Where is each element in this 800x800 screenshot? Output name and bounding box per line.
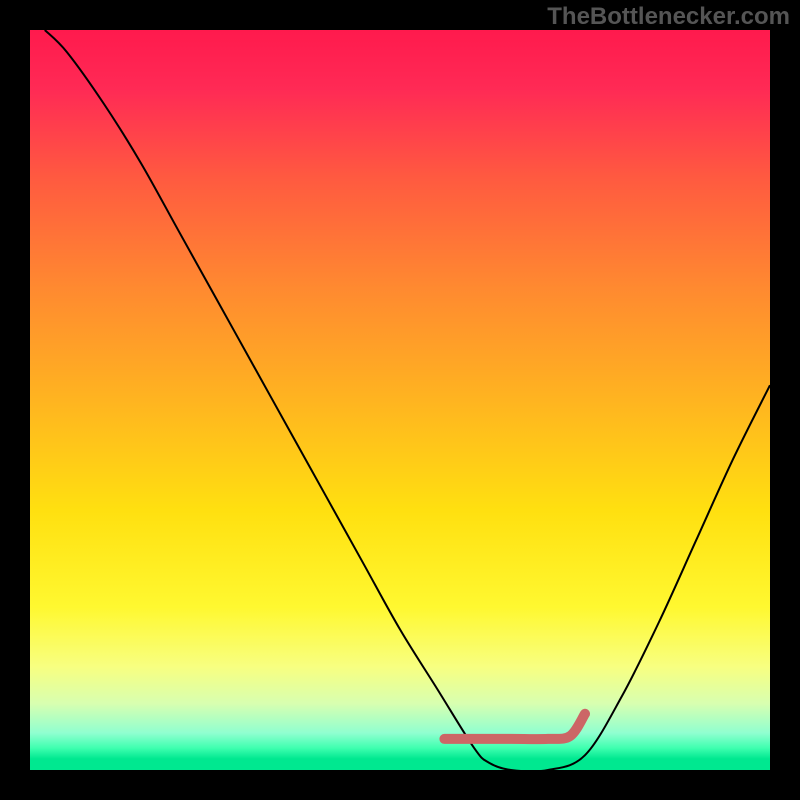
- chart-container: TheBottlenecker.com: [0, 0, 800, 800]
- watermark-text: TheBottlenecker.com: [547, 3, 790, 31]
- plot-area: [30, 30, 770, 770]
- gradient-background: [30, 30, 770, 770]
